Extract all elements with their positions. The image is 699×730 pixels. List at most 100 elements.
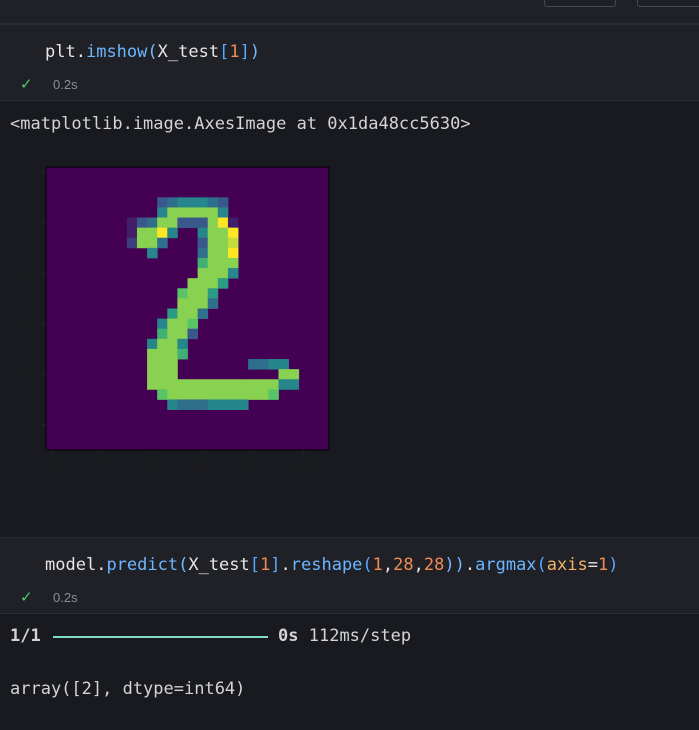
x-tick-label: 20	[247, 459, 259, 471]
image-pixel	[126, 217, 138, 229]
image-pixel	[217, 257, 229, 269]
image-pixel	[197, 298, 209, 309]
image-pixel	[238, 389, 249, 400]
x-tick-label: 5	[99, 459, 105, 471]
image-pixel	[126, 237, 138, 249]
image-pixel	[207, 288, 219, 299]
image-pixel	[217, 237, 229, 249]
toolbar-button[interactable]	[544, 0, 616, 7]
image-pixel	[187, 318, 199, 330]
cell-2-status: ✓ 0.2s	[20, 588, 78, 606]
image-pixel	[258, 389, 269, 400]
execution-time: 0.2s	[53, 589, 78, 605]
code-cell-1[interactable]: plt.imshow(X_test[1]) ✓ 0.2s	[0, 24, 699, 101]
cell-1-status: ✓ 0.2s	[20, 75, 78, 93]
image-pixel	[248, 389, 259, 400]
code-token: (	[178, 555, 189, 575]
image-pixel	[207, 278, 219, 289]
image-pixel	[207, 197, 219, 208]
image-pixel	[157, 207, 168, 218]
code-token: .	[280, 555, 291, 575]
code-token: )	[608, 555, 619, 575]
image-pixel	[217, 389, 229, 400]
image-pixel	[197, 257, 209, 269]
image-pixel	[187, 379, 199, 390]
code-cell-1-source[interactable]: plt.imshow(X_test[1])	[45, 41, 260, 63]
code-cell-2-source[interactable]: model.predict(X_test[1].reshape(1,28,28)…	[45, 554, 619, 576]
code-token: ,	[382, 555, 394, 575]
image-pixel	[268, 359, 279, 370]
image-pixel	[197, 268, 209, 279]
image-pixel	[207, 298, 219, 309]
image-pixel	[227, 217, 239, 229]
image-pixel	[197, 207, 209, 218]
image-pixel	[167, 399, 178, 410]
image-pixel	[177, 389, 188, 400]
execution-time: 0.2s	[53, 76, 78, 92]
image-pixel	[167, 217, 178, 229]
progress-rate: 112ms/step	[308, 626, 412, 646]
progress-time: 0s	[278, 626, 299, 646]
image-pixel	[157, 237, 168, 249]
code-cell-2[interactable]: model.predict(X_test[1].reshape(1,28,28)…	[0, 537, 699, 614]
image-pixel	[177, 399, 188, 410]
image-pixel	[157, 359, 168, 370]
y-tick-label: 5	[32, 218, 38, 230]
image-pixel	[187, 328, 199, 340]
image-pixel	[157, 227, 168, 239]
image-pixel	[147, 379, 158, 390]
image-pixel	[136, 217, 148, 229]
image-pixel	[177, 379, 188, 390]
image-pixel	[248, 359, 259, 370]
image-pixel	[268, 379, 279, 390]
top-toolbar	[0, 0, 699, 24]
image-pixel	[227, 227, 239, 239]
image-pixel	[177, 338, 188, 350]
image-pixel	[197, 379, 209, 390]
code-token: X_test	[157, 42, 220, 62]
image-pixel	[217, 268, 229, 279]
output-repr-text: <matplotlib.image.AxesImage at 0x1da48cc…	[10, 114, 471, 134]
image-pixel	[147, 237, 158, 249]
code-token: axis	[546, 555, 588, 575]
code-token: 1	[229, 42, 240, 62]
image-pixel	[227, 247, 239, 259]
code-token: (	[536, 555, 547, 575]
image-pixel	[197, 288, 209, 299]
code-token: X_test	[188, 555, 250, 575]
image-pixel	[157, 318, 168, 330]
image-pixel	[187, 278, 199, 289]
image-pixel	[207, 217, 219, 229]
code-token: )	[249, 42, 261, 62]
image-pixel	[157, 389, 168, 400]
image-pixel	[197, 389, 209, 400]
y-axis-ticks: 0 5 10 15 20 25	[26, 167, 46, 432]
x-axis-ticks: 0 5 10 15 20 25	[48, 450, 310, 471]
image-pixel	[278, 379, 289, 390]
check-icon: ✓	[20, 588, 33, 606]
image-pixel	[288, 379, 300, 390]
toolbar-button[interactable]	[637, 0, 699, 7]
check-icon: ✓	[20, 75, 33, 93]
code-token: .	[96, 555, 107, 575]
image-pixel	[227, 257, 239, 269]
progress-stats: 0s 112ms/step	[278, 626, 411, 646]
code-token: ,	[413, 555, 424, 575]
image-pixel	[268, 389, 279, 400]
image-pixel	[217, 207, 229, 218]
image-pixel	[167, 207, 178, 218]
image-pixel	[157, 197, 168, 208]
image-pixel	[217, 217, 229, 229]
image-pixel	[207, 227, 219, 239]
code-token: ))	[444, 555, 465, 575]
image-pixel	[126, 227, 138, 239]
image-pixel	[238, 379, 249, 390]
y-tick-label: 15	[26, 319, 38, 331]
image-pixel	[147, 217, 158, 229]
image-pixel	[227, 379, 239, 390]
image-pixel	[238, 399, 249, 410]
image-pixel	[147, 338, 158, 350]
image-pixel	[167, 379, 178, 390]
image-pixel	[197, 237, 209, 249]
code-token: =	[587, 555, 598, 575]
